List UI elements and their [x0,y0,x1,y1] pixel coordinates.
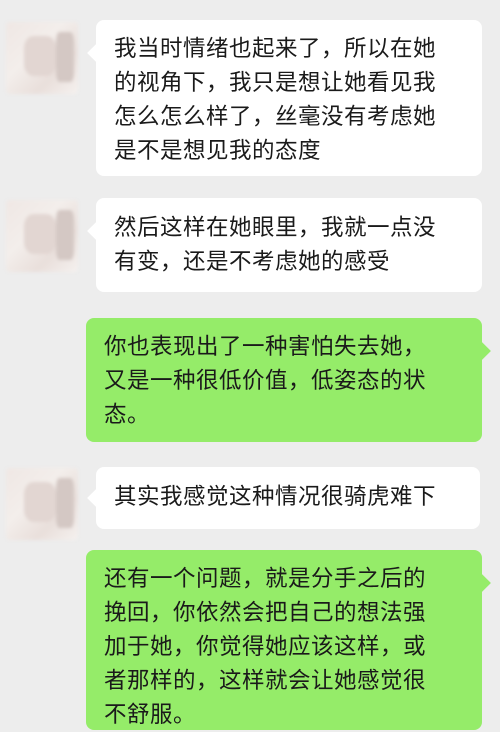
message-text-line: 态。 [104,402,151,428]
message-bubble-outgoing[interactable]: 你也表现出了一种害怕失去她， 又是一种很低价值，低姿态的状 态。 [86,318,491,442]
message-text-line: 怎么怎么样了，丝毫没有考虑她 [114,104,437,130]
contact-avatar[interactable] [6,200,78,272]
message-bubble-incoming[interactable]: 我当时情绪也起来了，所以在她 的视角下，我只是想让她看见我 怎么怎么样了，丝毫没… [87,20,482,176]
message-text-line: 还有一个问题，就是分手之后的 [104,566,427,592]
contact-avatar[interactable] [6,468,78,540]
message-text-line: 其实我感觉这种情况很骑虎难下 [114,484,437,510]
message-text-line: 然后这样在她眼里，我就一点没 [114,215,437,241]
message-text-line: 又是一种很低价值，低姿态的状 [104,368,427,394]
message-text-line: 你也表现出了一种害怕失去她， [104,334,427,360]
message-bubble-incoming[interactable]: 其实我感觉这种情况很骑虎难下 [87,467,480,529]
contact-avatar[interactable] [6,22,78,94]
message-text-line: 是不是想见我的态度 [114,138,322,164]
message-text-line: 者那样的，这样就会让她感觉很 [104,668,427,694]
message-text-line: 不舒服。 [104,702,197,728]
message-text-line: 我当时情绪也起来了，所以在她 [114,36,437,62]
message-bubble-outgoing[interactable]: 还有一个问题，就是分手之后的 挽回，你依然会把自己的想法强 加于她，你觉得她应该… [86,550,491,730]
message-text-line: 有变，还是不考虑她的感受 [114,249,391,275]
message-text-line: 挽回，你依然会把自己的想法强 [104,600,427,626]
message-text-line: 的视角下，我只是想让她看见我 [114,70,437,96]
message-bubble-incoming[interactable]: 然后这样在她眼里，我就一点没 有变，还是不考虑她的感受 [87,198,482,292]
message-text-line: 加于她，你觉得她应该这样，或 [104,634,427,660]
